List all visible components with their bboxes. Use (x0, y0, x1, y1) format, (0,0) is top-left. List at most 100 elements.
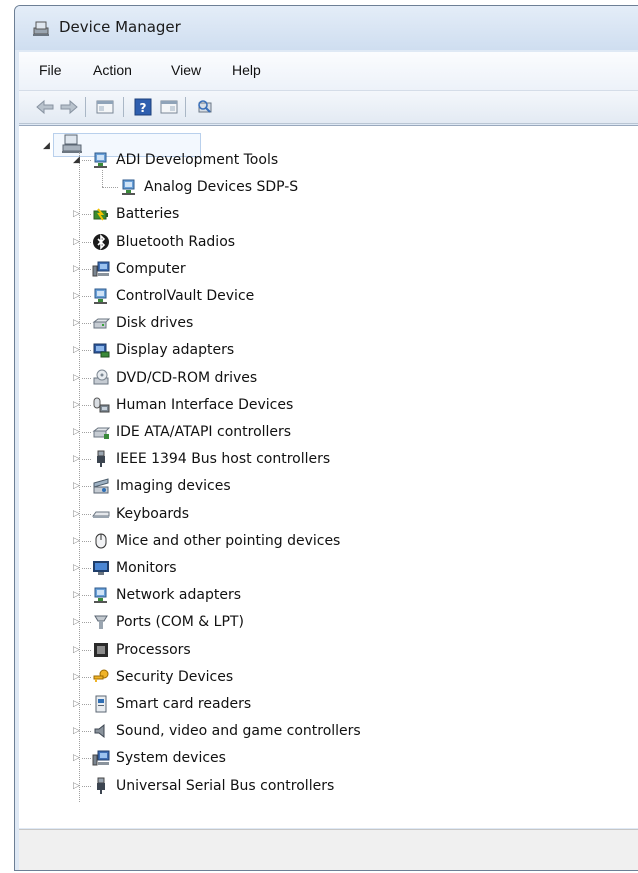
tree-node-label: Display adapters (116, 342, 235, 358)
tree-node[interactable]: IDE ATA/ATAPI controllers (92, 421, 291, 443)
expand-arrow-icon[interactable]: ◢ (43, 141, 50, 151)
menu-help[interactable]: Help (232, 62, 261, 78)
tree-node-label: ControlVault Device (116, 288, 255, 304)
tree-guide-line (82, 786, 91, 787)
bluetooth-icon (93, 234, 109, 250)
menu-view[interactable]: View (171, 62, 201, 78)
svg-text:?: ? (140, 101, 147, 115)
expand-arrow-icon[interactable]: ▷ (73, 726, 80, 736)
tree-node[interactable]: Sound, video and game controllers (92, 720, 361, 742)
tree-node[interactable]: Disk drives (92, 312, 193, 334)
tree-node-label: Bluetooth Radios (116, 234, 236, 250)
key-icon (93, 669, 109, 682)
tree-guide-line (102, 170, 103, 187)
usb-plug-icon (97, 450, 105, 467)
expand-arrow-icon[interactable]: ▷ (73, 481, 80, 491)
scan-hardware-icon[interactable] (195, 97, 215, 117)
tree-node[interactable]: ADI Development Tools (92, 149, 278, 171)
tree-node-label: IEEE 1394 Bus host controllers (116, 451, 331, 467)
ide-controller-icon (92, 427, 110, 439)
disk-drive-icon (92, 318, 110, 329)
expand-arrow-icon[interactable]: ▷ (73, 237, 80, 247)
network-device-icon (94, 288, 107, 304)
show-hide-console-tree-icon[interactable] (95, 97, 115, 117)
monitor-icon (93, 561, 109, 575)
battery-icon (93, 208, 108, 221)
tree-node[interactable]: Universal Serial Bus controllers (92, 775, 334, 797)
network-device-icon (94, 152, 107, 168)
tree-guide-line (82, 486, 91, 487)
tree-guide-line (82, 432, 91, 433)
expand-arrow-icon[interactable]: ▷ (73, 672, 80, 682)
expand-arrow-icon[interactable]: ▷ (73, 563, 80, 573)
smart-card-icon (95, 695, 107, 713)
tree-guide-line (82, 758, 91, 759)
toolbar-separator (123, 97, 124, 117)
tree-guide-line (102, 187, 118, 188)
tree-node[interactable]: Mice and other pointing devices (92, 530, 340, 552)
help-icon[interactable]: ? (133, 97, 153, 117)
forward-icon[interactable] (59, 97, 79, 117)
tree-node-label: IDE ATA/ATAPI controllers (116, 424, 292, 440)
tree-guide-line (82, 160, 91, 161)
tree-node[interactable]: Smart card readers (92, 693, 251, 715)
tree-node[interactable]: Batteries (92, 203, 179, 225)
expand-arrow-icon[interactable]: ▷ (73, 400, 80, 410)
expand-arrow-icon[interactable]: ▷ (73, 264, 80, 274)
tree-guide-line (82, 595, 91, 596)
expand-arrow-icon[interactable]: ▷ (73, 753, 80, 763)
usb-plug-icon (97, 777, 105, 794)
tree-node[interactable]: Monitors (92, 557, 177, 579)
expand-arrow-icon[interactable]: ▷ (73, 427, 80, 437)
expand-arrow-icon[interactable]: ▷ (73, 209, 80, 219)
display-adapter-icon (93, 343, 110, 358)
tree-guide-line (82, 677, 91, 678)
back-icon[interactable] (35, 97, 55, 117)
collapse-arrow-icon[interactable]: ◢ (73, 155, 80, 165)
tree-node-label: Disk drives (116, 315, 194, 331)
tree-node[interactable]: Imaging devices (92, 475, 231, 497)
tree-node[interactable]: Bluetooth Radios (92, 231, 235, 253)
expand-arrow-icon[interactable]: ▷ (73, 454, 80, 464)
expand-arrow-icon[interactable]: ▷ (73, 509, 80, 519)
tree-node-label: Analog Devices SDP-S (144, 179, 299, 195)
expand-arrow-icon[interactable]: ▷ (73, 318, 80, 328)
window-title: Device Manager (59, 18, 181, 36)
tree-node[interactable]: Security Devices (92, 666, 233, 688)
tree-guide-line (82, 704, 91, 705)
expand-arrow-icon[interactable]: ▷ (73, 291, 80, 301)
tree-node-label: Ports (COM & LPT) (116, 614, 244, 630)
expand-arrow-icon[interactable]: ▷ (73, 645, 80, 655)
menu-file[interactable]: File (39, 62, 62, 78)
expand-arrow-icon[interactable]: ▷ (73, 781, 80, 791)
tree-guide-line (82, 541, 91, 542)
expand-arrow-icon[interactable]: ▷ (73, 345, 80, 355)
tree-guide-line (82, 405, 91, 406)
tree-guide-line (82, 622, 91, 623)
expand-arrow-icon[interactable]: ▷ (73, 699, 80, 709)
expand-arrow-icon[interactable]: ▷ (73, 536, 80, 546)
properties-icon[interactable] (159, 97, 179, 117)
tree-node-label: Batteries (116, 206, 180, 222)
device-manager-icon (33, 21, 49, 36)
mouse-icon (95, 533, 107, 549)
tree-node[interactable]: Display adapters (92, 339, 234, 361)
tree-node[interactable]: IEEE 1394 Bus host controllers (92, 448, 330, 470)
expand-arrow-icon[interactable]: ▷ (73, 590, 80, 600)
tree-node[interactable]: Network adapters (92, 584, 241, 606)
tree-node[interactable]: Analog Devices SDP-S (120, 176, 298, 198)
tree-node[interactable]: Processors (92, 639, 191, 661)
tree-node[interactable]: System devices (92, 747, 226, 769)
tree-node-label: Processors (116, 642, 191, 658)
tree-node[interactable]: Computer (92, 258, 186, 280)
tree-node-label: Imaging devices (116, 478, 231, 494)
menu-action[interactable]: Action (93, 62, 132, 78)
tree-node[interactable]: Ports (COM & LPT) (92, 611, 244, 633)
tree-node[interactable]: Human Interface Devices (92, 394, 293, 416)
expand-arrow-icon[interactable]: ▷ (73, 617, 80, 627)
tree-guide-line (82, 296, 91, 297)
tree-node[interactable]: Keyboards (92, 503, 189, 525)
tree-node[interactable]: DVD/CD-ROM drives (92, 367, 257, 389)
tree-node[interactable]: ControlVault Device (92, 285, 254, 307)
expand-arrow-icon[interactable]: ▷ (73, 373, 80, 383)
